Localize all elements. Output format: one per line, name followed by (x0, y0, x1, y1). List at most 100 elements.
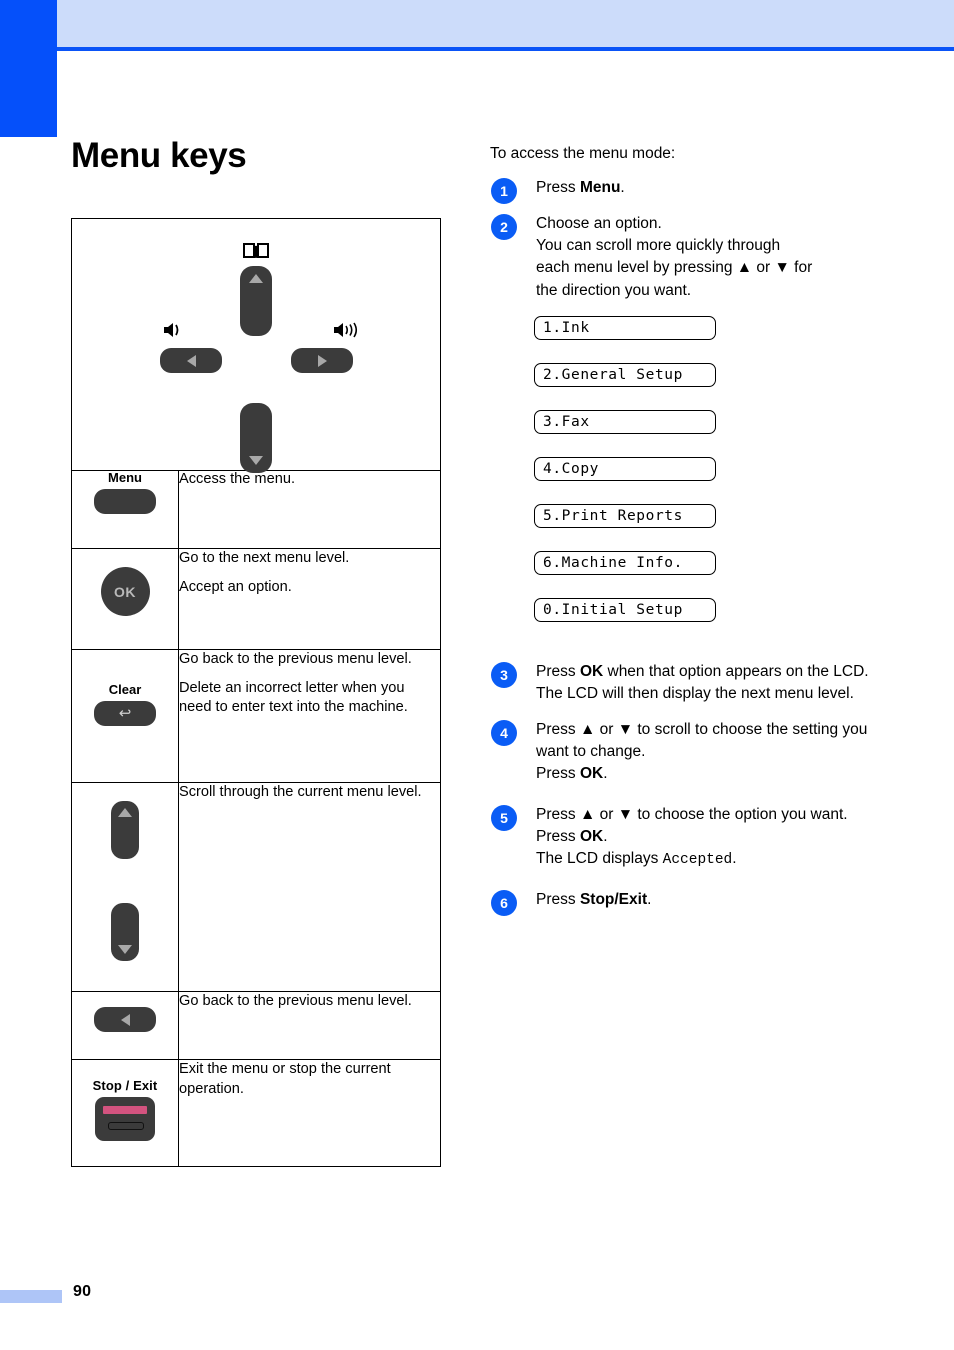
triangle-up-icon (249, 274, 263, 283)
up-arrow-key[interactable] (111, 801, 139, 860)
scroll-up-key[interactable] (240, 266, 272, 336)
chapter-side-tab (0, 0, 57, 137)
key-cell-menu: Menu (71, 469, 179, 550)
desc-line: Exit the menu or stop the current operat… (179, 1061, 391, 1097)
step-5: 5 Press ▲ or ▼ to choose the option you … (490, 804, 890, 871)
step-text-part: Press (536, 721, 580, 739)
step-text-part: to choose the option you want. (633, 805, 848, 823)
table-row: Go back to the previous menu level. (71, 991, 441, 1061)
step-text-part: Press (536, 662, 580, 680)
triangle-right-icon (317, 354, 327, 367)
step-text-part: The LCD will then display the next menu … (536, 684, 854, 702)
lcd-item: 3.Fax (534, 409, 716, 434)
volume-down-key[interactable] (160, 348, 222, 373)
step-text-part: Choose an option. (536, 215, 662, 233)
step-6-text: Press Stop/Exit. (536, 889, 890, 911)
step-text-part: Press (536, 805, 580, 823)
lcd-item: 0.Initial Setup (534, 597, 716, 622)
step-key-name: Stop/Exit (579, 890, 648, 908)
triangle-down-glyph: ▼ (617, 721, 634, 739)
lcd-item: 4.Copy (534, 456, 716, 481)
table-row: Clear ↩ Go back to the previous menu lev… (71, 649, 441, 784)
procedure-intro: To access the menu mode: (490, 145, 676, 162)
step-4: 4 Press ▲ or ▼ to scroll to choose the s… (490, 719, 890, 785)
step-text-part: . (603, 827, 608, 845)
triangle-up-glyph: ▲ (736, 259, 753, 277)
desc-cell-clear: Go back to the previous menu level. Dele… (178, 649, 441, 784)
triangle-left-icon (186, 354, 196, 367)
table-row: OK Go to the next menu level. Accept an … (71, 548, 441, 651)
desc-cell-left: Go back to the previous menu level. (178, 991, 441, 1061)
desc-cell-updown: Scroll through the current menu level. (178, 782, 441, 993)
key-cell-clear: Clear ↩ (71, 649, 179, 784)
speaker-high-icon (333, 321, 363, 344)
triangle-up-icon (118, 808, 132, 818)
clear-pill-button[interactable]: ↩ (94, 701, 156, 727)
triangle-down-glyph: ▼ (617, 805, 634, 823)
step-number-badge: 5 (491, 804, 517, 831)
step-text-part: the direction you want. (536, 281, 692, 299)
stop-bar-icon (103, 1106, 147, 1115)
right-column: To access the menu mode: 1 Press Menu. 2… (490, 145, 890, 925)
table-row: Stop / Exit Exit the menu or stop the cu… (71, 1059, 441, 1168)
key-label: Stop / Exit (92, 1078, 158, 1094)
step-text-part: Press (536, 827, 580, 845)
step-text-part: . (603, 765, 608, 783)
table-row: Menu Access the menu. (71, 469, 441, 550)
lcd-item: 1.Ink (534, 315, 716, 340)
key-cell-updown (71, 782, 179, 993)
key-cell-left (71, 991, 179, 1061)
step-text-part: Press (536, 179, 580, 196)
lcd-accepted-text: Accepted (662, 851, 733, 868)
step-text-part: Press (536, 890, 580, 908)
ok-round-button[interactable]: OK (100, 567, 150, 617)
menu-pill-button[interactable] (94, 489, 156, 515)
desc-line: Accept an option. (179, 578, 292, 595)
step-text-part: . (620, 179, 625, 196)
speaker-low-icon (163, 321, 189, 344)
desc-cell-stopexit: Exit the menu or stop the current operat… (178, 1059, 441, 1168)
desc-line: Go back to the previous menu level. (179, 993, 412, 1010)
step-text-part: . (732, 849, 737, 867)
step-key-name: Menu (579, 179, 621, 196)
desc-line: Go back to the previous menu level. (179, 651, 412, 668)
table-row: Scroll through the current menu level. (71, 782, 441, 993)
step-5-text: Press ▲ or ▼ to choose the option you wa… (536, 804, 890, 871)
step-text-part: for (789, 259, 813, 277)
step-2-text: Choose an option. You can scroll more qu… (536, 213, 890, 302)
step-text-part: or (595, 805, 618, 823)
lcd-menu-list: 1.Ink 2.General Setup 3.Fax 4.Copy 5.Pri… (534, 315, 890, 645)
footer-accent-bar (0, 1290, 62, 1303)
down-arrow-key[interactable] (111, 903, 139, 962)
step-key-name: OK (579, 662, 604, 680)
step-key-name: OK (579, 827, 604, 845)
step-text-part: when that option appears on the LCD. (603, 662, 869, 680)
desc-line: Go to the next menu level. (179, 550, 350, 567)
stop-exit-button[interactable] (95, 1097, 155, 1142)
step-1: 1 Press Menu. (490, 177, 890, 204)
step-number-badge: 6 (491, 889, 517, 916)
step-key-name: OK (579, 765, 604, 783)
page-title: Menu keys (71, 136, 247, 175)
step-text-part: or (752, 259, 775, 277)
step-number-badge: 3 (491, 661, 517, 688)
key-cell-stopexit: Stop / Exit (71, 1059, 179, 1168)
desc-cell-menu: Access the menu. (178, 469, 441, 550)
ok-button-label: OK (114, 583, 136, 600)
desc-line: Scroll through the current menu level. (179, 784, 422, 801)
step-text-part: The LCD displays (536, 849, 663, 867)
triangle-down-icon (118, 945, 132, 955)
key-label: Menu (108, 470, 142, 486)
step-2: 2 Choose an option. You can scroll more … (490, 213, 890, 302)
left-column: Menu Access the menu. OK Go to the next … (71, 218, 441, 1168)
left-arrow-key[interactable] (94, 1007, 156, 1033)
scroll-down-key[interactable] (240, 403, 272, 473)
triangle-down-icon (249, 456, 263, 465)
step-1-text: Press Menu. (536, 177, 890, 199)
header-rule (57, 47, 954, 51)
step-text-part: You can scroll more quickly through (536, 237, 781, 255)
key-cell-ok: OK (71, 548, 179, 651)
step-text-part: or (595, 721, 618, 739)
volume-up-key[interactable] (291, 348, 353, 373)
key-label: Clear (108, 682, 142, 698)
